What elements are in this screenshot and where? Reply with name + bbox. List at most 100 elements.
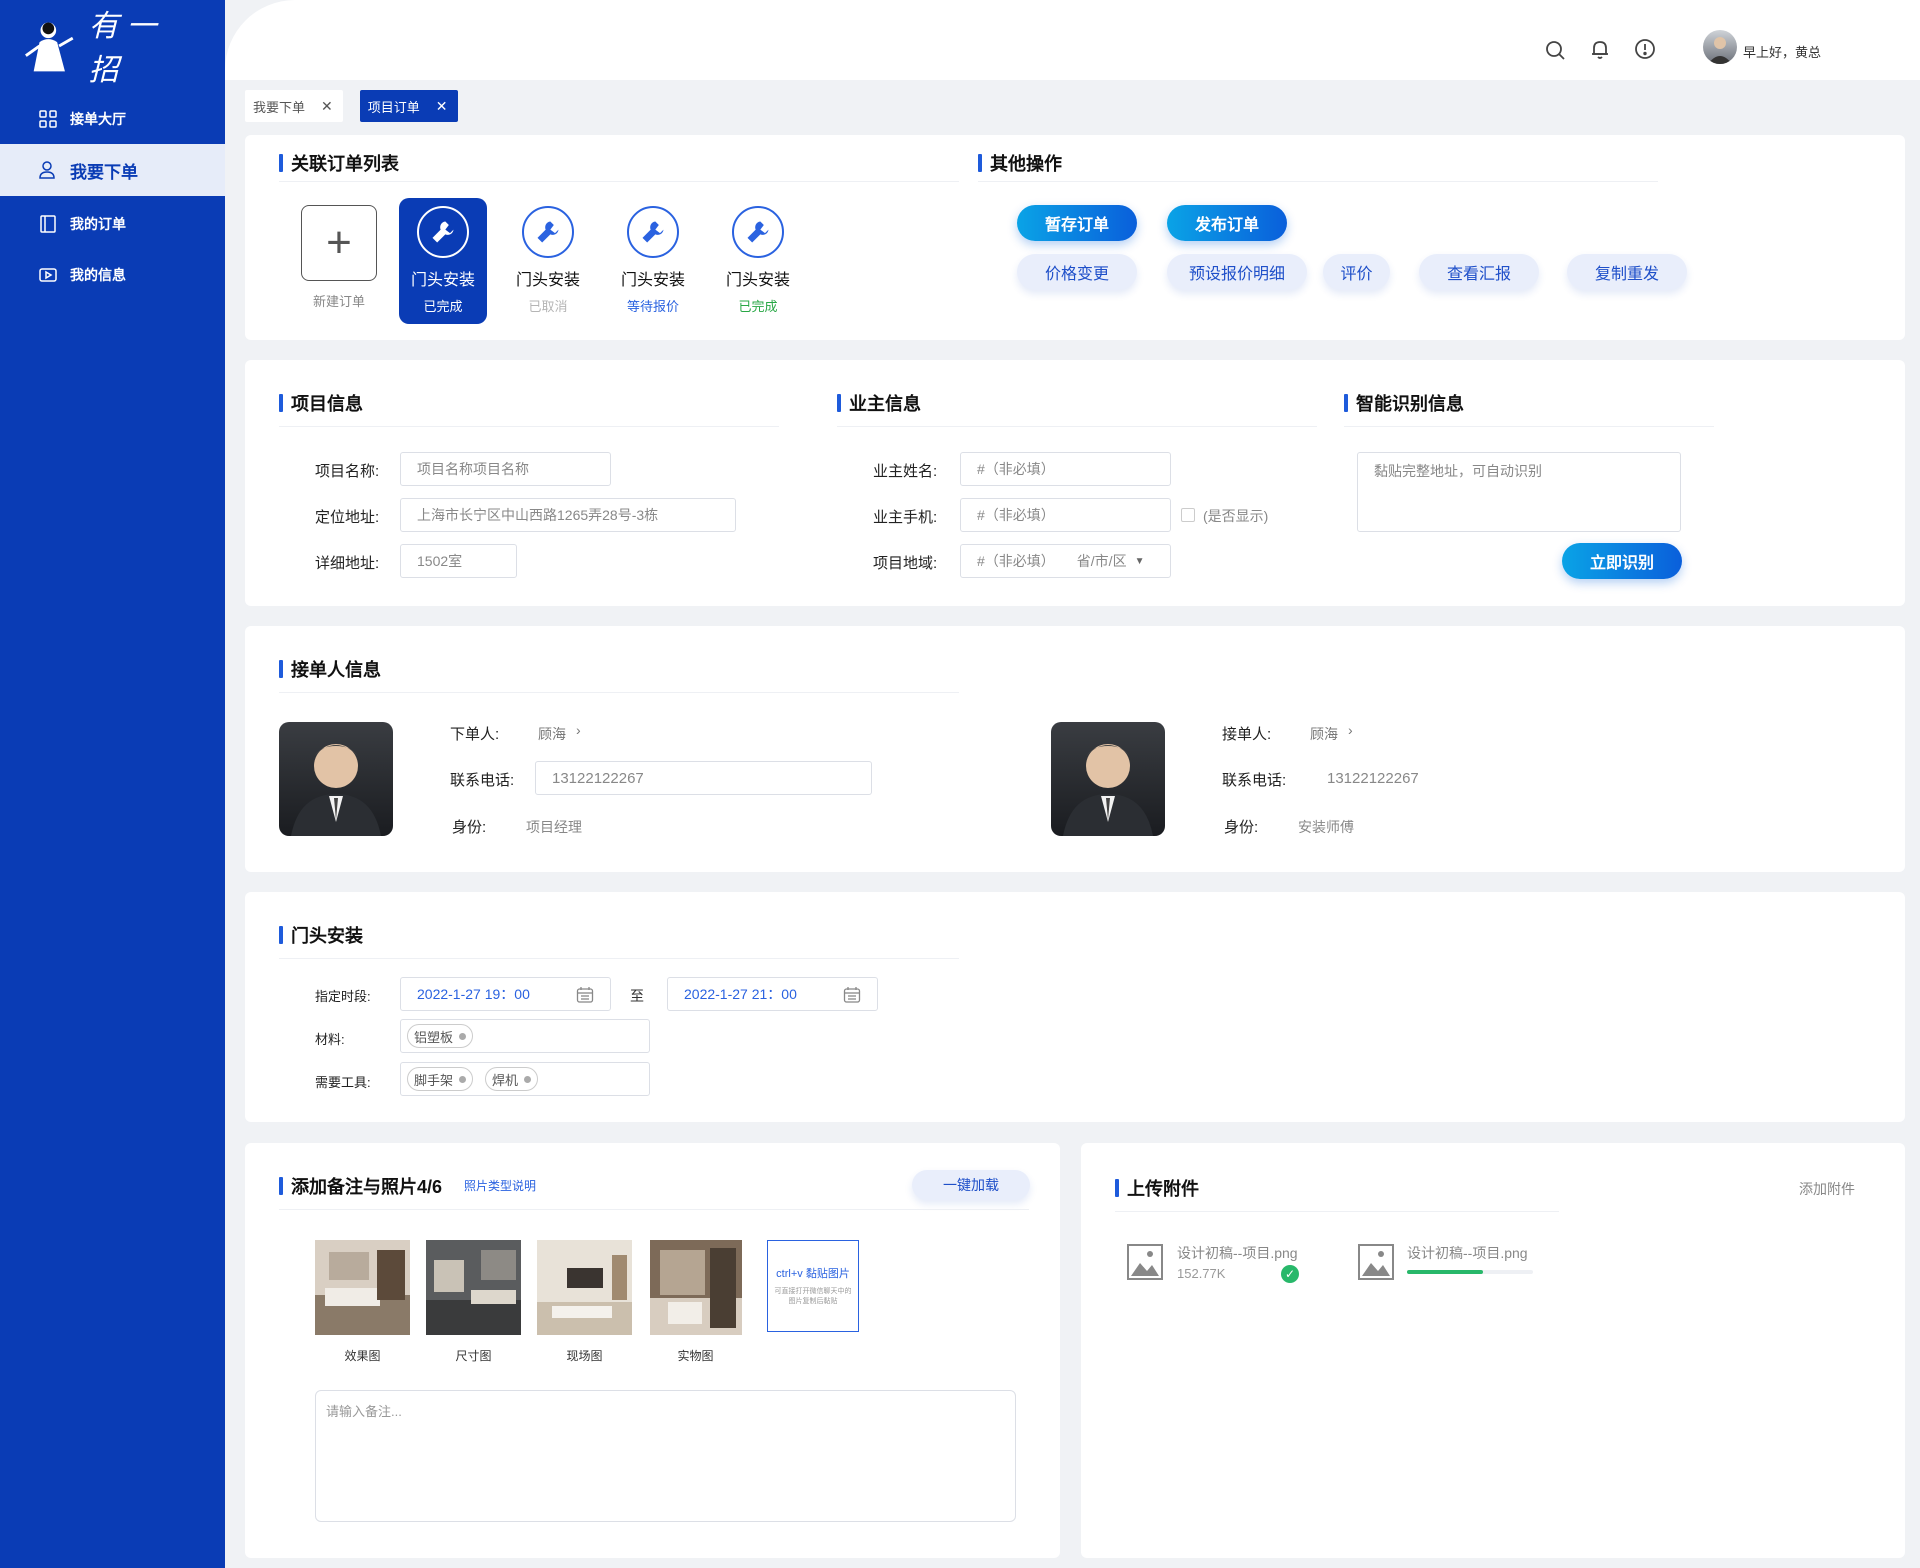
new-order-label: 新建订单 <box>312 294 365 309</box>
sidebar-item-my-info[interactable]: 我的信息 <box>0 249 225 301</box>
project-name-label: 项目名称: <box>315 463 380 480</box>
sidebar-item-label: 接单大厅 <box>70 111 126 127</box>
detail-address-input[interactable]: 1502室 <box>400 544 517 578</box>
preset-quote-button[interactable]: 预设报价明细 <box>1167 254 1307 290</box>
section-title: 其他操作 <box>978 150 1062 176</box>
material-tag[interactable]: 铝塑板 <box>407 1024 474 1048</box>
avatar[interactable] <box>1703 30 1737 64</box>
tag-label: 脚手架 <box>414 1072 454 1088</box>
recognize-button[interactable]: 立即识别 <box>1562 543 1682 579</box>
section-title: 关联订单列表 <box>279 150 399 176</box>
order-item[interactable]: 门头安装 等待报价 <box>609 198 697 324</box>
material-label: 材料: <box>315 1032 345 1047</box>
logo[interactable]: 有一招 <box>20 9 200 88</box>
divider <box>1344 426 1714 427</box>
file-name[interactable]: 设计初稿--项目.png <box>1177 1243 1298 1263</box>
paste-title: ctrl+v 黏贴图片 <box>776 1268 850 1281</box>
one-click-load-button[interactable]: 一键加载 <box>912 1170 1030 1200</box>
divider <box>279 426 779 427</box>
order-status: 已取消 <box>528 299 568 314</box>
save-draft-button[interactable]: 暂存订单 <box>1017 205 1137 241</box>
order-name: 门头安装 <box>725 272 790 289</box>
orders-card: 关联订单列表 + 新建订单 门头安装 已完成 门头安装 已取消 门头安装 等待报… <box>245 135 1905 340</box>
remove-tag-icon[interactable] <box>524 1075 532 1083</box>
order-item[interactable]: 门头安装 已完成 <box>714 198 802 324</box>
start-time-input[interactable]: 2022-1-27 19：00 <box>400 977 611 1011</box>
order-status: 已完成 <box>738 299 778 314</box>
tab-project-order[interactable]: 项目订单 ✕ <box>359 90 458 122</box>
region-select[interactable]: #（非必填） 省/市/区 ▼ <box>960 544 1171 578</box>
file-name[interactable]: 设计初稿--项目.png <box>1407 1243 1528 1263</box>
photo-thumbnail[interactable] <box>537 1240 632 1335</box>
placer-id-label: 身份: <box>452 819 487 836</box>
section-title: 门头安装 <box>279 922 363 948</box>
chevron-right-icon[interactable]: › <box>576 722 581 738</box>
end-time-input[interactable]: 2022-1-27 21：00 <box>667 977 878 1011</box>
sidebar: 有一招 接单大厅 我要下单 我的订单 我的信息 <box>0 0 225 1568</box>
placer-name[interactable]: 顾海 <box>538 724 566 744</box>
notes-textarea[interactable]: 请输入备注... <box>315 1390 1016 1522</box>
tool-tag[interactable]: 脚手架 <box>407 1067 474 1091</box>
book-icon <box>40 215 56 233</box>
taker-id-label: 身份: <box>1224 819 1259 836</box>
new-order-button[interactable]: + 新建订单 <box>295 205 383 331</box>
copy-resend-button[interactable]: 复制重发 <box>1567 254 1687 290</box>
placer-avatar <box>279 722 393 836</box>
region-placeholder: #（非必填） <box>977 553 1055 569</box>
close-icon[interactable]: ✕ <box>321 98 333 115</box>
view-report-button[interactable]: 查看汇报 <box>1419 254 1539 290</box>
add-attachment-link[interactable]: 添加附件 <box>1799 1179 1855 1199</box>
divider <box>1115 1211 1559 1212</box>
publish-button[interactable]: 发布订单 <box>1167 205 1287 241</box>
show-checkbox[interactable] <box>1181 508 1195 522</box>
search-icon[interactable] <box>1543 38 1567 62</box>
smart-address-input[interactable]: 黏贴完整地址，可自动识别 <box>1357 452 1681 532</box>
upload-progress-bar <box>1407 1270 1533 1274</box>
info-icon[interactable] <box>1633 37 1657 61</box>
photo-thumbnail[interactable] <box>426 1240 521 1335</box>
order-status: 已完成 <box>423 299 463 314</box>
order-status: 等待报价 <box>626 299 679 314</box>
bell-icon[interactable] <box>1588 37 1612 61</box>
grid-icon <box>39 110 57 128</box>
address-input[interactable]: 上海市长宁区中山西路1265弄28号-3栋 <box>400 498 736 532</box>
chevron-right-icon[interactable]: › <box>1348 722 1353 738</box>
sidebar-item-label: 我的订单 <box>70 216 126 232</box>
project-card: 项目信息 项目名称: 项目名称项目名称 定位地址: 上海市长宁区中山西路1265… <box>245 360 1905 606</box>
video-icon <box>39 268 57 282</box>
price-change-button[interactable]: 价格变更 <box>1017 254 1137 290</box>
divider <box>279 1209 1029 1210</box>
tab-place-order[interactable]: 我要下单 ✕ <box>245 90 343 122</box>
photo-type-help-link[interactable]: 照片类型说明 <box>464 1177 536 1194</box>
remove-tag-icon[interactable] <box>459 1075 467 1083</box>
review-button[interactable]: 评价 <box>1323 254 1390 290</box>
calendar-icon[interactable] <box>576 986 594 1004</box>
owner-name-input[interactable]: #（非必填） <box>960 452 1171 486</box>
material-input[interactable]: 铝塑板 <box>400 1019 650 1053</box>
close-icon[interactable]: ✕ <box>436 98 448 115</box>
section-title: 业主信息 <box>837 390 921 416</box>
wrench-icon <box>732 206 784 258</box>
sidebar-item-place-order[interactable]: 我要下单 <box>0 144 225 196</box>
taker-name[interactable]: 顾海 <box>1310 724 1338 744</box>
tool-tag[interactable]: 焊机 <box>485 1067 539 1091</box>
section-title: 接单人信息 <box>279 656 381 682</box>
placer-phone-input[interactable]: 13122122267 <box>535 761 872 795</box>
project-name-input[interactable]: 项目名称项目名称 <box>400 452 611 486</box>
sidebar-item-my-orders[interactable]: 我的订单 <box>0 198 225 250</box>
tool-input[interactable]: 脚手架 焊机 <box>400 1062 650 1096</box>
paste-image-dropzone[interactable]: ctrl+v 黏贴图片 可直接打开微信聊天中的图片复制后黏贴 <box>767 1240 859 1332</box>
remove-tag-icon[interactable] <box>459 1032 467 1040</box>
sidebar-item-hall[interactable]: 接单大厅 <box>0 93 225 145</box>
photo-thumbnail[interactable] <box>315 1240 410 1335</box>
photo-thumbnail[interactable] <box>650 1240 742 1335</box>
calendar-icon[interactable] <box>843 986 861 1004</box>
section-title: 智能识别信息 <box>1344 390 1464 416</box>
owner-phone-input[interactable]: #（非必填） <box>960 498 1171 532</box>
address-label: 定位地址: <box>315 509 380 526</box>
order-item[interactable]: 门头安装 已完成 <box>399 198 487 324</box>
placer-role-label: 下单人: <box>450 726 500 743</box>
order-item[interactable]: 门头安装 已取消 <box>504 198 592 324</box>
divider <box>837 426 1317 427</box>
top-bar: 早上好，黄总 <box>225 0 1920 80</box>
